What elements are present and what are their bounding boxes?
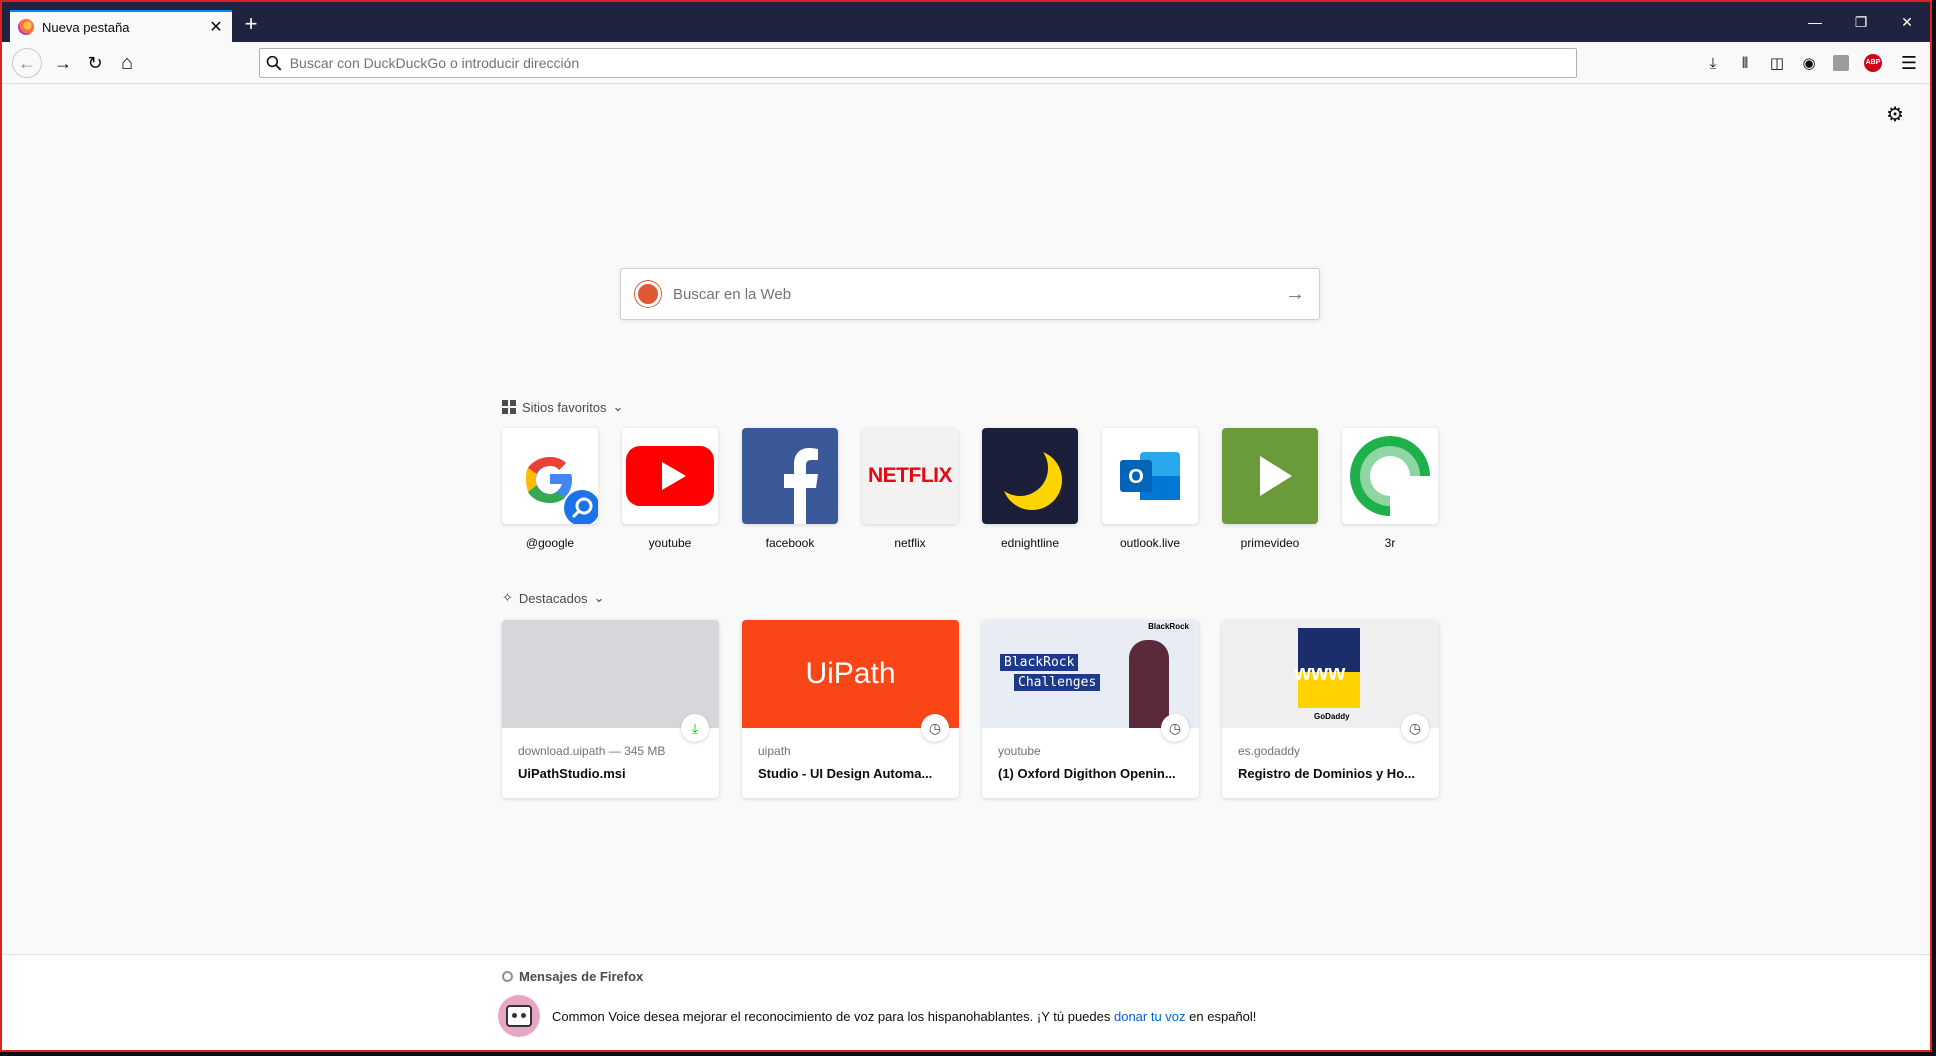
firefox-icon [18,19,34,35]
history-badge-icon: ◷ [1401,714,1429,742]
top-site-label: ednightline [1000,536,1060,550]
top-site-tile[interactable]: NETFLIX [862,428,958,524]
top-site-tile[interactable] [502,428,598,524]
new-tab-button[interactable]: + [238,12,264,38]
common-voice-robot-icon [498,995,540,1037]
close-window-button[interactable]: ✕ [1884,2,1930,42]
facebook-icon [784,448,818,524]
history-badge-icon: ◷ [1161,714,1189,742]
card-title: Registro de Dominios y Ho... [1238,766,1415,781]
card-thumbnail [502,620,719,728]
chevron-down-icon: ⌄ [593,590,605,605]
youtube-icon [626,446,714,506]
top-site-tile[interactable] [982,428,1078,524]
card-host: youtube [998,744,1041,758]
highlight-card[interactable]: UiPath ◷ uipath Studio - UI Design Autom… [742,620,959,798]
download-icon[interactable]: ⤓ [1702,52,1724,74]
card-title: UiPathStudio.msi [518,766,626,781]
forward-button[interactable]: → [48,48,78,78]
restore-button[interactable]: ❐ [1838,2,1884,42]
navigation-bar: ← → ↻ ⌂ ⤓ ⦀ ◫ ◉ ABP ☰ [2,42,1930,84]
svg-text:O: O [1128,466,1144,488]
history-badge-icon: ◷ [921,714,949,742]
highlights-title: Destacados [518,590,588,606]
top-site-label: youtube [648,536,692,550]
duckduckgo-icon [635,281,661,307]
search-placeholder: Buscar en la Web [673,285,792,303]
web-search-box[interactable]: Buscar en la Web → [620,268,1320,320]
grid-icon [502,400,516,414]
top-sites-title: Sitios favoritos [522,399,607,415]
highlight-card[interactable]: ⤓ download.uipath — 345 MB UiPathStudio.… [502,620,719,798]
top-site-tile[interactable] [1342,428,1438,524]
tab-strip: Nueva pestaña ✕ + — ❐ ✕ [2,2,1930,42]
moon-icon [992,440,1062,510]
highlight-card[interactable]: www GoDaddy ◷ es.godaddy Registro de Dom… [1222,620,1439,798]
top-site-label: @google [525,536,575,550]
play-icon [1260,456,1292,496]
home-button[interactable]: ⌂ [112,48,142,78]
library-icon[interactable]: ⦀ [1734,52,1756,74]
gear-icon[interactable]: ⚙ [1886,102,1904,127]
top-site-tile[interactable] [622,428,718,524]
netflix-logo: NETFLIX [868,464,953,487]
card-thumbnail: UiPath [742,620,959,728]
top-sites-header[interactable]: Sitios favoritos ⌄ [502,399,623,415]
close-tab-icon[interactable]: ✕ [208,17,224,37]
highlights-header[interactable]: ✧ Destacados ⌄ [502,590,604,606]
url-input[interactable] [289,55,1576,71]
adblock-icon[interactable]: ABP [1862,52,1884,74]
uipath-logo: UiPath [805,657,896,690]
top-site-label: 3r [1384,536,1396,550]
firefox-messages: Mensajes de Firefox Common Voice desea m… [2,954,1930,1050]
card-thumbnail: www GoDaddy [1222,620,1439,728]
extension-icon[interactable] [1830,52,1852,74]
card-title: (1) Oxford Digithon Openin... [998,766,1176,781]
sparkle-icon: ✧ [502,590,513,605]
message-text: Common Voice desea mejorar el reconocimi… [552,1009,1257,1024]
donate-voice-link[interactable]: donar tu voz [1114,1009,1186,1024]
account-icon[interactable]: ◉ [1798,52,1820,74]
search-submit-icon[interactable]: → [1285,283,1305,306]
tab-new-tab[interactable]: Nueva pestaña ✕ [10,10,232,42]
top-site-tile[interactable] [742,428,838,524]
sidebar-icon[interactable]: ◫ [1766,52,1788,74]
3r-logo-icon [1350,436,1438,524]
google-icon [526,457,598,524]
top-site-label: outlook.live [1119,536,1181,550]
download-badge-icon: ⤓ [681,714,709,742]
messages-title: Mensajes de Firefox [502,969,643,984]
highlight-card[interactable]: BlackRock BlackRock Challenges ◷ youtube… [982,620,1199,798]
top-site-label: facebook [765,536,815,550]
top-site-label: primevideo [1240,536,1300,550]
tab-title: Nueva pestaña [42,19,130,35]
top-site-label: netflix [894,536,926,550]
browser-window: Nueva pestaña ✕ + — ❐ ✕ ← → ↻ ⌂ ⤓ ⦀ ◫ ◉ … [0,0,1932,1052]
firefox-icon [502,971,513,982]
minimize-button[interactable]: — [1792,2,1838,42]
back-button[interactable]: ← [12,48,42,78]
outlook-icon: O [1120,452,1180,500]
card-title: Studio - UI Design Automa... [758,766,933,781]
card-host: download.uipath — 345 MB [518,744,666,758]
card-thumbnail: BlackRock BlackRock Challenges [982,620,1199,728]
reload-button[interactable]: ↻ [80,48,110,78]
person-photo [1129,640,1169,728]
top-site-tile[interactable]: O [1102,428,1198,524]
search-icon [266,55,282,71]
card-host: es.godaddy [1238,744,1301,758]
top-site-tile[interactable] [1222,428,1318,524]
menu-icon[interactable]: ☰ [1898,52,1920,74]
card-host: uipath [758,744,791,758]
chevron-down-icon: ⌄ [612,399,624,414]
url-bar[interactable] [259,48,1577,78]
